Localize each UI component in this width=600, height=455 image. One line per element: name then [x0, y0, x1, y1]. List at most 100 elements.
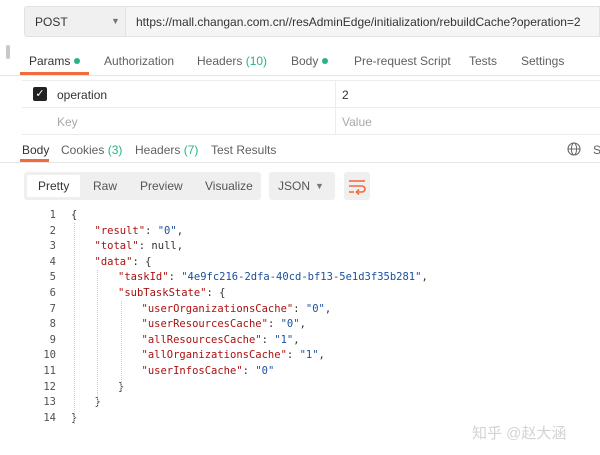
body-indicator-dot: [322, 58, 329, 64]
line-number: 11: [43, 365, 56, 377]
tab-test-results[interactable]: Test Results: [211, 143, 276, 157]
watermark: 知乎 @赵大涵: [472, 425, 567, 442]
json-punctuation: :: [261, 333, 275, 346]
json-punctuation: null: [151, 240, 177, 253]
format-pretty-button[interactable]: Pretty: [38, 179, 69, 193]
format-raw-button[interactable]: Raw: [93, 179, 117, 193]
response-tabs-divider: [0, 162, 600, 163]
tab-tests-label: Tests: [469, 54, 498, 68]
tab-headers[interactable]: Headers (10): [197, 54, 267, 68]
column-divider: [335, 80, 336, 135]
json-punctuation: ,: [318, 349, 325, 362]
json-punctuation: ,: [176, 240, 184, 253]
indent-guide: [74, 223, 75, 424]
json-key: "subTaskState": [118, 287, 207, 299]
code-line: {: [71, 209, 77, 221]
tab-authorization[interactable]: Authorization: [104, 54, 174, 68]
language-label: JSON: [278, 179, 311, 193]
line-number: 10: [43, 349, 56, 362]
json-key: "userResourcesCache": [141, 318, 268, 331]
line-number: 14: [43, 411, 56, 424]
param-checkbox[interactable]: ✓: [33, 87, 47, 101]
json-punctuation: : {: [206, 287, 226, 299]
tab-cookies[interactable]: Cookies (3): [61, 143, 122, 157]
json-string: "0": [255, 365, 275, 377]
method-select[interactable]: POST ▼: [24, 6, 125, 37]
key-placeholder[interactable]: Key: [57, 115, 78, 129]
json-key: "userOrganizationsCache": [141, 302, 294, 315]
json-punctuation: :: [168, 271, 182, 284]
json-string: "1": [274, 333, 294, 346]
tab-cookies-label: Cookies: [61, 143, 105, 157]
url-input[interactable]: https://mall.changan.com.cn//resAdminEdg…: [125, 6, 600, 37]
tab-tests[interactable]: Tests: [469, 54, 497, 68]
json-punctuation: :: [293, 302, 306, 315]
code-line: "userInfosCache": "0": [142, 365, 275, 377]
tab-response-headers[interactable]: Headers (7): [135, 143, 198, 157]
tab-settings-label: Settings: [521, 54, 565, 68]
wrap-lines-button[interactable]: [344, 172, 370, 200]
json-key: "total": [94, 240, 139, 253]
json-punctuation: :: [145, 224, 158, 237]
format-visualize-button[interactable]: Visualize: [205, 179, 253, 193]
json-punctuation: {: [71, 209, 78, 221]
json-key: "data": [94, 255, 133, 268]
json-key: "taskId": [118, 271, 169, 284]
tab-params-label: Params: [29, 54, 71, 68]
code-line: "userResourcesCache": "0",: [142, 318, 306, 330]
json-key: "allOrganizationsCache": [141, 349, 287, 362]
tab-pre-request-script[interactable]: Pre-request Script: [354, 54, 451, 68]
tab-pre-request-label: Pre-request Script: [354, 54, 451, 68]
line-number: 3: [49, 240, 56, 253]
json-punctuation: ,: [293, 333, 300, 346]
json-string: "4e9fc216-2dfa-40cd-bf13-5e1d3f35b281": [181, 271, 422, 284]
code-line: "subTaskState": {: [118, 287, 225, 299]
params-indicator-dot: [74, 58, 81, 64]
json-string: "0": [305, 302, 325, 315]
json-string: "0": [157, 224, 177, 237]
url-text: https://mall.changan.com.cn//resAdminEdg…: [136, 15, 581, 29]
tabs-divider: [0, 75, 600, 76]
json-punctuation: ,: [176, 224, 184, 237]
tab-settings[interactable]: Settings: [521, 54, 564, 68]
param-value[interactable]: 2: [342, 88, 349, 102]
line-number: 13: [43, 396, 56, 409]
code-line: "allResourcesCache": "1",: [142, 334, 300, 346]
tab-cookies-count: (3): [107, 143, 123, 157]
line-number: 8: [49, 318, 56, 331]
json-key: "result": [94, 224, 146, 237]
tab-response-headers-count: (7): [183, 143, 199, 157]
json-key: "userInfosCache": [141, 365, 243, 377]
json-punctuation: :: [242, 365, 256, 377]
code-line: "result": "0",: [95, 225, 184, 237]
json-key: "allResourcesCache": [141, 333, 262, 346]
tab-headers-label: Headers: [197, 54, 243, 68]
line-number: 4: [49, 255, 56, 268]
chevron-down-icon: ▼: [315, 181, 324, 191]
param-key[interactable]: operation: [57, 88, 107, 102]
format-preview-button[interactable]: Preview: [140, 179, 183, 193]
left-scroll-indicator: [6, 45, 10, 59]
json-string: "1": [299, 349, 319, 362]
truncated-label[interactable]: S: [593, 143, 600, 157]
code-line: "data": {: [95, 256, 152, 268]
line-number: 2: [49, 224, 56, 237]
tab-response-body-label: Body: [22, 143, 50, 157]
line-number: 6: [49, 287, 56, 299]
json-punctuation: ,: [299, 318, 306, 331]
tab-body[interactable]: Body: [291, 54, 329, 68]
globe-icon[interactable]: [567, 142, 581, 156]
code-line: "total": null,: [95, 240, 184, 252]
value-placeholder[interactable]: Value: [342, 115, 372, 129]
table-divider: [22, 80, 600, 81]
line-number: 9: [49, 333, 56, 346]
chevron-down-icon: ▼: [111, 16, 120, 26]
tab-response-body[interactable]: Body: [22, 143, 49, 157]
language-select[interactable]: JSON ▼: [269, 172, 335, 200]
json-string: "0": [280, 318, 300, 331]
tab-headers-count: (10): [245, 54, 268, 68]
wrap-lines-icon: [349, 180, 366, 196]
json-punctuation: :: [267, 318, 281, 331]
tab-params[interactable]: Params: [29, 54, 81, 68]
line-number: 5: [49, 271, 56, 284]
